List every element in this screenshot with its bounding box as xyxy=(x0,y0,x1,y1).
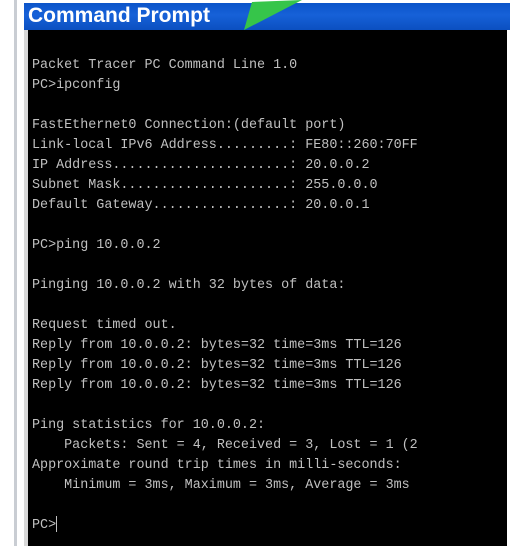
console-line: Pinging 10.0.0.2 with 32 bytes of data: xyxy=(32,278,346,293)
console-line: Approximate round trip times in milli-se… xyxy=(32,458,402,473)
console-line: Reply from 10.0.0.2: bytes=32 time=3ms T… xyxy=(32,358,402,373)
title-accent-shape xyxy=(244,0,302,30)
console-line: Packet Tracer PC Command Line 1.0 xyxy=(32,58,298,73)
text-cursor xyxy=(56,516,58,533)
console-line: Minimum = 3ms, Maximum = 3ms, Average = … xyxy=(32,478,410,493)
console-output[interactable]: Packet Tracer PC Command Line 1.0 PC>ipc… xyxy=(32,36,510,542)
command-prompt-line[interactable]: PC> xyxy=(32,516,58,536)
title-bar[interactable]: Command Prompt xyxy=(24,0,510,30)
console-line: FastEthernet0 Connection:(default port) xyxy=(32,118,346,133)
app-frame: Command Prompt Packet Tracer PC Command … xyxy=(0,0,510,546)
left-window-edge xyxy=(0,0,24,546)
console-line: Default Gateway.................: 20.0.0… xyxy=(32,198,370,213)
prompt-text: PC> xyxy=(32,518,57,533)
console-line: Ping statistics for 10.0.0.2: xyxy=(32,418,266,433)
console-window[interactable]: Packet Tracer PC Command Line 1.0 PC>ipc… xyxy=(24,30,510,546)
console-line: Request timed out. xyxy=(32,318,177,333)
console-line: Subnet Mask.....................: 255.0.… xyxy=(32,178,378,193)
left-border-bar xyxy=(14,0,17,546)
console-line: PC>ping 10.0.0.2 xyxy=(32,238,161,253)
console-line: IP Address......................: 20.0.0… xyxy=(32,158,370,173)
console-line: Reply from 10.0.0.2: bytes=32 time=3ms T… xyxy=(32,338,402,353)
console-line: Link-local IPv6 Address.........: FE80::… xyxy=(32,138,418,153)
console-line: PC>ipconfig xyxy=(32,78,121,93)
console-line: Reply from 10.0.0.2: bytes=32 time=3ms T… xyxy=(32,378,402,393)
window-title: Command Prompt xyxy=(28,4,211,27)
console-line: Packets: Sent = 4, Received = 3, Lost = … xyxy=(32,438,418,453)
